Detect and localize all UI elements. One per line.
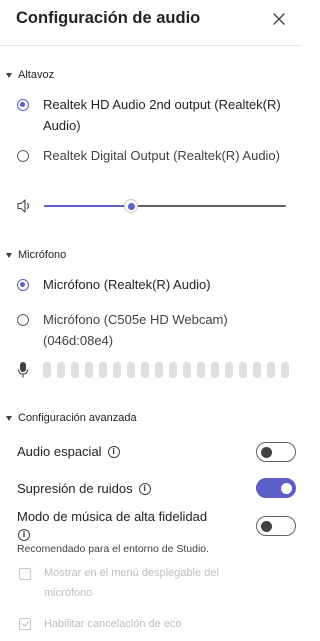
mic-meter-bar [141,362,149,378]
mic-meter-bar [71,362,79,378]
speaker-option-2-radio[interactable] [17,150,29,162]
mic-option-2-label[interactable]: Micrófono (C505e HD Webcam) (046d:08e4) [43,309,283,351]
toggle-knob [261,520,272,532]
advanced-section-header[interactable]: Configuración avanzada [6,412,137,424]
caret-down-icon [6,415,12,421]
microphone-section-label: Micrófono [18,249,67,261]
toggle-knob [281,482,292,494]
mic-meter-bar [43,362,51,378]
noise-suppression-label: Supresión de ruidos [17,481,133,496]
volume-slider-thumb[interactable] [124,199,139,213]
hifi-music-label: Modo de música de alta fidelidad [17,509,208,524]
caret-down-icon [6,252,12,258]
mic-meter-bar [239,362,247,378]
mic-meter-bar [127,362,135,378]
header-divider [0,45,302,46]
spatial-audio-label: Audio espacial [17,444,102,459]
hifi-music-toggle[interactable] [256,516,296,536]
speaker-section-label: Altavoz [18,69,55,81]
mic-meter-bar [85,362,93,378]
spatial-audio-row: Audio espacial i [17,444,120,459]
toggle-knob [261,446,272,458]
mic-meter-bar [197,362,205,378]
mic-meter-bar [113,362,121,378]
close-icon[interactable] [268,8,290,30]
noise-suppression-toggle[interactable] [256,478,296,498]
echo-cancel-checkbox[interactable] [19,618,31,630]
show-in-dropdown-label: Mostrar en el menú desplegable del micró… [44,567,219,599]
noise-suppression-row: Supresión de ruidos i [17,481,151,496]
mic-meter-bar [169,362,177,378]
mic-meter-bar [225,362,233,378]
echo-cancel-label: Habilitar cancelación de eco [44,618,182,630]
speaker-option-2-label[interactable]: Realtek Digital Output (Realtek(R) Audio… [43,145,283,166]
info-icon[interactable]: i [18,529,30,541]
mic-meter-bar [211,362,219,378]
mic-meter-bar [99,362,107,378]
mic-meter-bar [267,362,275,378]
caret-down-icon [6,72,12,78]
speaker-volume-icon [15,197,35,220]
mic-option-2-radio[interactable] [17,314,29,326]
mic-meter-bar [253,362,261,378]
mic-meter-bar [281,362,289,378]
speaker-section-header[interactable]: Altavoz [6,69,54,81]
mic-meter-bar [57,362,65,378]
show-in-dropdown-checkbox[interactable] [19,568,31,580]
speaker-option-1-label[interactable]: Realtek HD Audio 2nd output (Realtek(R) … [43,94,283,136]
check-icon [21,619,30,627]
speaker-option-1-radio[interactable] [17,99,29,111]
volume-slider-fill [44,205,132,207]
mic-meter-bar [155,362,163,378]
microphone-icon [17,361,29,384]
info-icon[interactable]: i [138,482,151,495]
advanced-section-label: Configuración avanzada [18,412,137,424]
microphone-section-header[interactable]: Micrófono [6,249,66,261]
hifi-note: Recomendado para el entorno de Studio. [17,543,210,555]
mic-option-1-label[interactable]: Micrófono (Realtek(R) Audio) [43,274,283,295]
info-icon[interactable]: i [107,445,120,458]
mic-level-meter [43,362,297,378]
spatial-audio-toggle[interactable] [256,442,296,462]
mic-meter-bar [183,362,191,378]
mic-option-1-radio[interactable] [17,279,29,291]
panel-title: Configuración de audio [16,9,201,27]
